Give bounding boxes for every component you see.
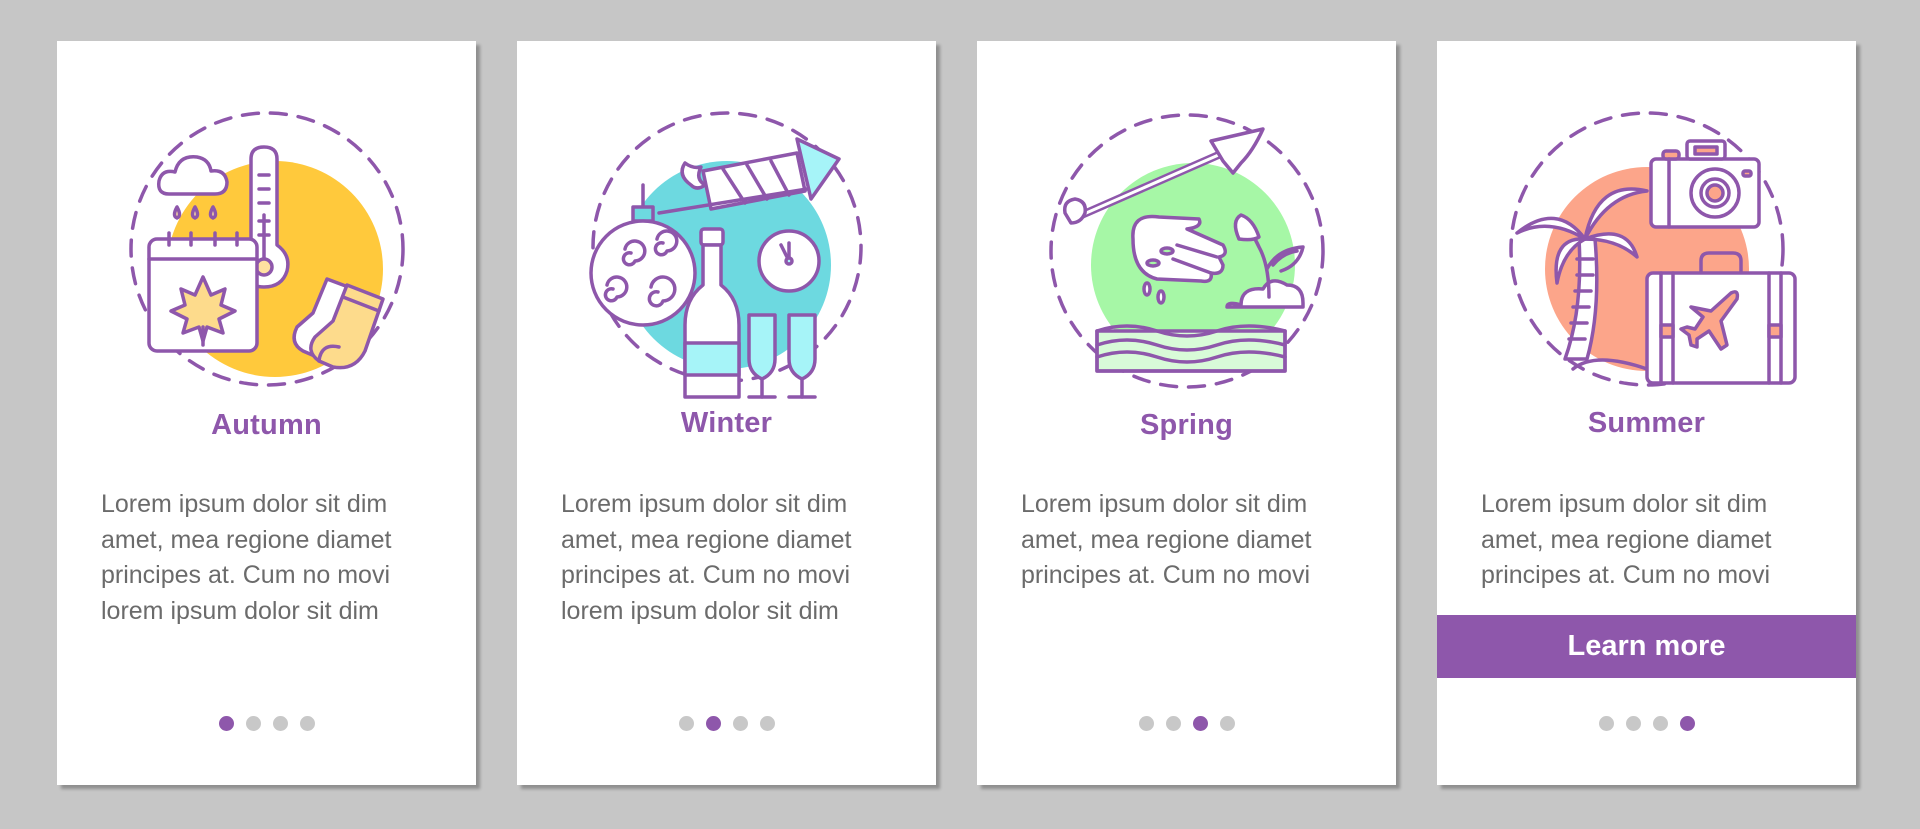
page-dot-4[interactable] [299, 716, 315, 731]
page-dot-4-active[interactable] [1679, 716, 1695, 731]
pagination-dots [1437, 716, 1856, 731]
pagination-dots [977, 716, 1396, 731]
page-dot-2[interactable] [245, 716, 261, 731]
soil-layers-icon [1094, 324, 1287, 373]
summer-illustration [1487, 89, 1807, 409]
clock-icon [756, 229, 821, 293]
page-dot-1[interactable] [1598, 716, 1614, 731]
page-dot-3[interactable] [1652, 716, 1668, 731]
page-dot-4[interactable] [759, 716, 775, 731]
onboarding-card-winter: Winter Lorem ipsum dolor sit dim amet, m… [517, 41, 936, 785]
onboarding-card-autumn: Autumn Lorem ipsum dolor sit dim amet, m… [57, 41, 476, 785]
card-description: Lorem ipsum dolor sit dim amet, mea regi… [1021, 490, 1312, 589]
page-dot-3[interactable] [272, 716, 288, 731]
pagination-dots [517, 716, 936, 731]
page-dot-1-active[interactable] [218, 716, 234, 731]
card-title: Summer [1587, 407, 1706, 439]
card-description: Lorem ipsum dolor sit dim amet, mea regi… [1481, 490, 1772, 589]
onboarding-card-summer: Summer Lorem ipsum dolor sit dim amet, m… [1437, 41, 1856, 785]
autumn-illustration [107, 89, 427, 409]
calendar-leaf-icon [146, 231, 259, 353]
page-dot-1[interactable] [1138, 716, 1154, 731]
card-description: Lorem ipsum dolor sit dim amet, mea regi… [561, 490, 852, 625]
card-title: Winter [680, 407, 773, 439]
page-dot-2[interactable] [1625, 716, 1641, 731]
page-dot-2-active[interactable] [705, 716, 721, 731]
card-description: Lorem ipsum dolor sit dim amet, mea regi… [101, 490, 392, 625]
page-dot-4[interactable] [1219, 716, 1235, 731]
page-dot-3[interactable] [732, 716, 748, 731]
page-dot-1[interactable] [678, 716, 694, 731]
page-dot-3-active[interactable] [1192, 716, 1208, 731]
card-title: Spring [1139, 409, 1234, 441]
camera-icon [1648, 139, 1761, 229]
learn-more-button[interactable]: Learn more [1437, 615, 1856, 678]
winter-illustration [567, 89, 887, 409]
onboarding-card-spring: Spring Lorem ipsum dolor sit dim amet, m… [977, 41, 1396, 785]
spring-illustration [1027, 89, 1347, 409]
pagination-dots [57, 716, 476, 731]
page-dot-2[interactable] [1165, 716, 1181, 731]
card-title: Autumn [211, 409, 322, 441]
suitcase-plane-icon [1644, 251, 1797, 385]
